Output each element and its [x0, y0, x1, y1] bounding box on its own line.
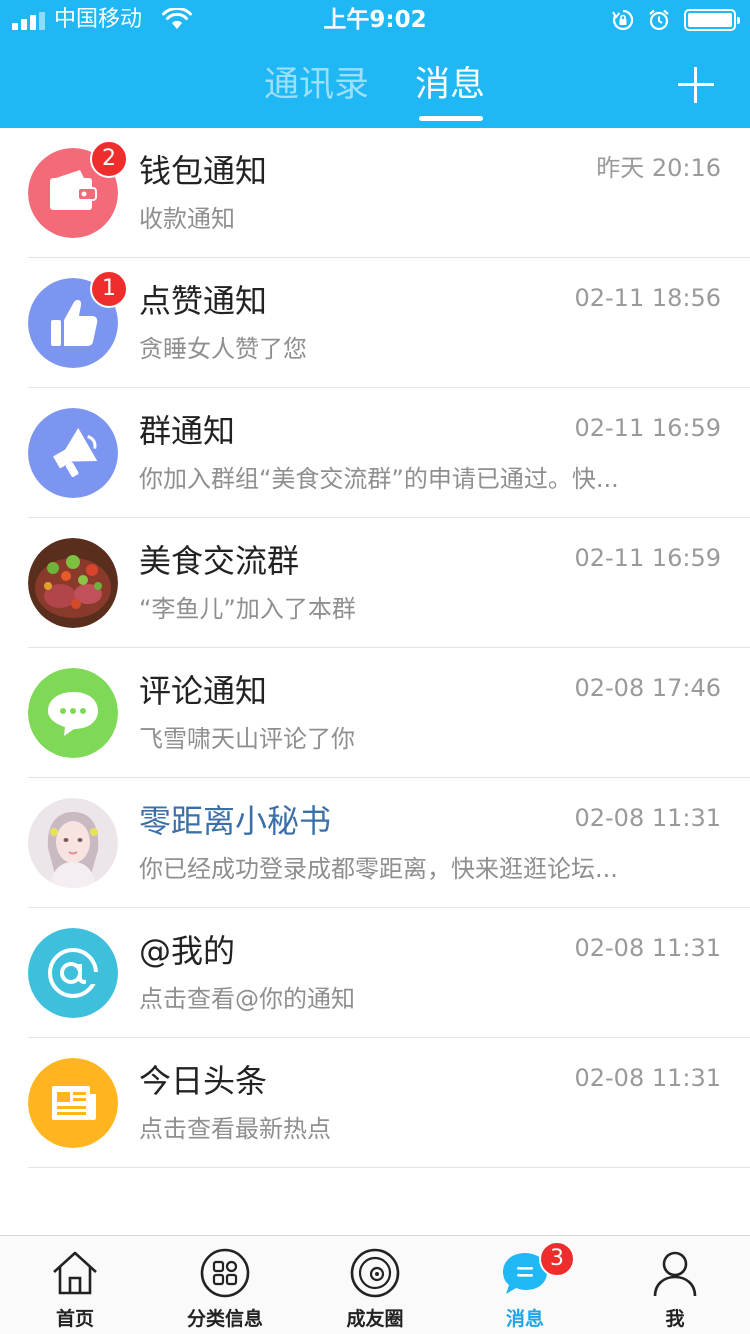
- megaphone-icon: [28, 408, 118, 498]
- tab-messages[interactable]: 消息: [415, 64, 485, 106]
- unread-badge: 1: [90, 270, 128, 308]
- message-preview: 飞雪啸天山评论了你: [139, 725, 355, 753]
- list-item[interactable]: 群通知 02-11 16:59 你加入群组“美食交流群”的申请已通过。快...: [0, 388, 750, 518]
- message-time: 02-08 11:31: [574, 1064, 721, 1092]
- message-title: 美食交流群: [139, 542, 300, 580]
- nav-unread-badge: 3: [539, 1241, 575, 1277]
- nav-me[interactable]: 我: [600, 1236, 750, 1334]
- bottom-tab-bar: 首页 分类信息 成友圈 3 消息 我: [0, 1235, 750, 1334]
- message-preview: 收款通知: [139, 205, 235, 233]
- nav-label: 首页: [55, 1308, 94, 1330]
- message-title: 今日头条: [139, 1062, 268, 1100]
- nav-label: 我: [665, 1308, 685, 1330]
- list-item[interactable]: 1 点赞通知 02-11 18:56 贪睡女人赞了您: [0, 258, 750, 388]
- food-photo-avatar: [28, 538, 118, 628]
- message-time: 02-08 11:31: [574, 934, 721, 962]
- active-tab-indicator: [419, 116, 483, 121]
- message-time: 昨天 20:16: [596, 154, 721, 182]
- status-bar: 中国移动 上午9:02: [0, 0, 750, 40]
- list-item[interactable]: 美食交流群 02-11 16:59 “李鱼儿”加入了本群: [0, 518, 750, 648]
- user-icon: [653, 1251, 697, 1297]
- message-list: 2 钱包通知 昨天 20:16 收款通知 1 点赞通知 02-11 18:56 …: [0, 128, 750, 1168]
- message-title: 零距离小秘书: [139, 802, 332, 840]
- alarm-icon: [649, 9, 669, 31]
- app-header: 中国移动 上午9:02 通讯录 消息: [0, 0, 750, 128]
- message-time: 02-11 16:59: [574, 414, 721, 442]
- divider: [28, 1167, 750, 1168]
- unread-badge: 2: [90, 140, 128, 178]
- nav-label: 分类信息: [186, 1308, 263, 1330]
- message-time: 02-08 11:31: [574, 804, 721, 832]
- nav-label: 成友圈: [346, 1308, 404, 1330]
- home-icon: [53, 1251, 97, 1295]
- message-preview: 你已经成功登录成都零距离，快来逛逛论坛...: [139, 855, 618, 883]
- message-title: @我的: [139, 932, 236, 970]
- list-item[interactable]: 评论通知 02-08 17:46 飞雪啸天山评论了你: [0, 648, 750, 778]
- list-item[interactable]: 今日头条 02-08 11:31 点击查看最新热点: [0, 1038, 750, 1168]
- message-preview: 你加入群组“美食交流群”的申请已通过。快...: [139, 465, 619, 493]
- newspaper-icon: [28, 1058, 118, 1148]
- comment-bubble-icon: [28, 668, 118, 758]
- message-time: 02-08 17:46: [574, 674, 721, 702]
- list-item[interactable]: 零距离小秘书 02-08 11:31 你已经成功登录成都零距离，快来逛逛论坛..…: [0, 778, 750, 908]
- message-title: 评论通知: [139, 672, 268, 710]
- message-time: 02-11 18:56: [574, 284, 721, 312]
- plus-icon[interactable]: [678, 67, 714, 103]
- message-preview: 点击查看最新热点: [139, 1115, 331, 1143]
- at-sign-icon: [28, 928, 118, 1018]
- message-preview: 点击查看@你的通知: [139, 985, 355, 1013]
- nav-messages[interactable]: 3 消息: [450, 1236, 600, 1334]
- battery-icon: [684, 9, 740, 31]
- message-title: 点赞通知: [139, 282, 268, 320]
- message-preview: “李鱼儿”加入了本群: [139, 595, 356, 623]
- orbit-icon: [350, 1248, 400, 1298]
- rotation-lock-icon: [612, 9, 634, 31]
- list-item[interactable]: 2 钱包通知 昨天 20:16 收款通知: [0, 128, 750, 258]
- nav-label: 消息: [505, 1308, 544, 1330]
- grid-icon: [200, 1248, 250, 1298]
- message-title: 钱包通知: [139, 152, 268, 190]
- list-item[interactable]: @我的 02-08 11:31 点击查看@你的通知: [0, 908, 750, 1038]
- message-preview: 贪睡女人赞了您: [139, 335, 307, 363]
- message-time: 02-11 16:59: [574, 544, 721, 572]
- message-title: 群通知: [139, 412, 236, 450]
- nav-categories[interactable]: 分类信息: [150, 1236, 300, 1334]
- nav-friends-circle[interactable]: 成友圈: [300, 1236, 450, 1334]
- person-photo-avatar: [28, 798, 118, 888]
- nav-home[interactable]: 首页: [0, 1236, 150, 1334]
- tab-contacts[interactable]: 通讯录: [264, 64, 369, 106]
